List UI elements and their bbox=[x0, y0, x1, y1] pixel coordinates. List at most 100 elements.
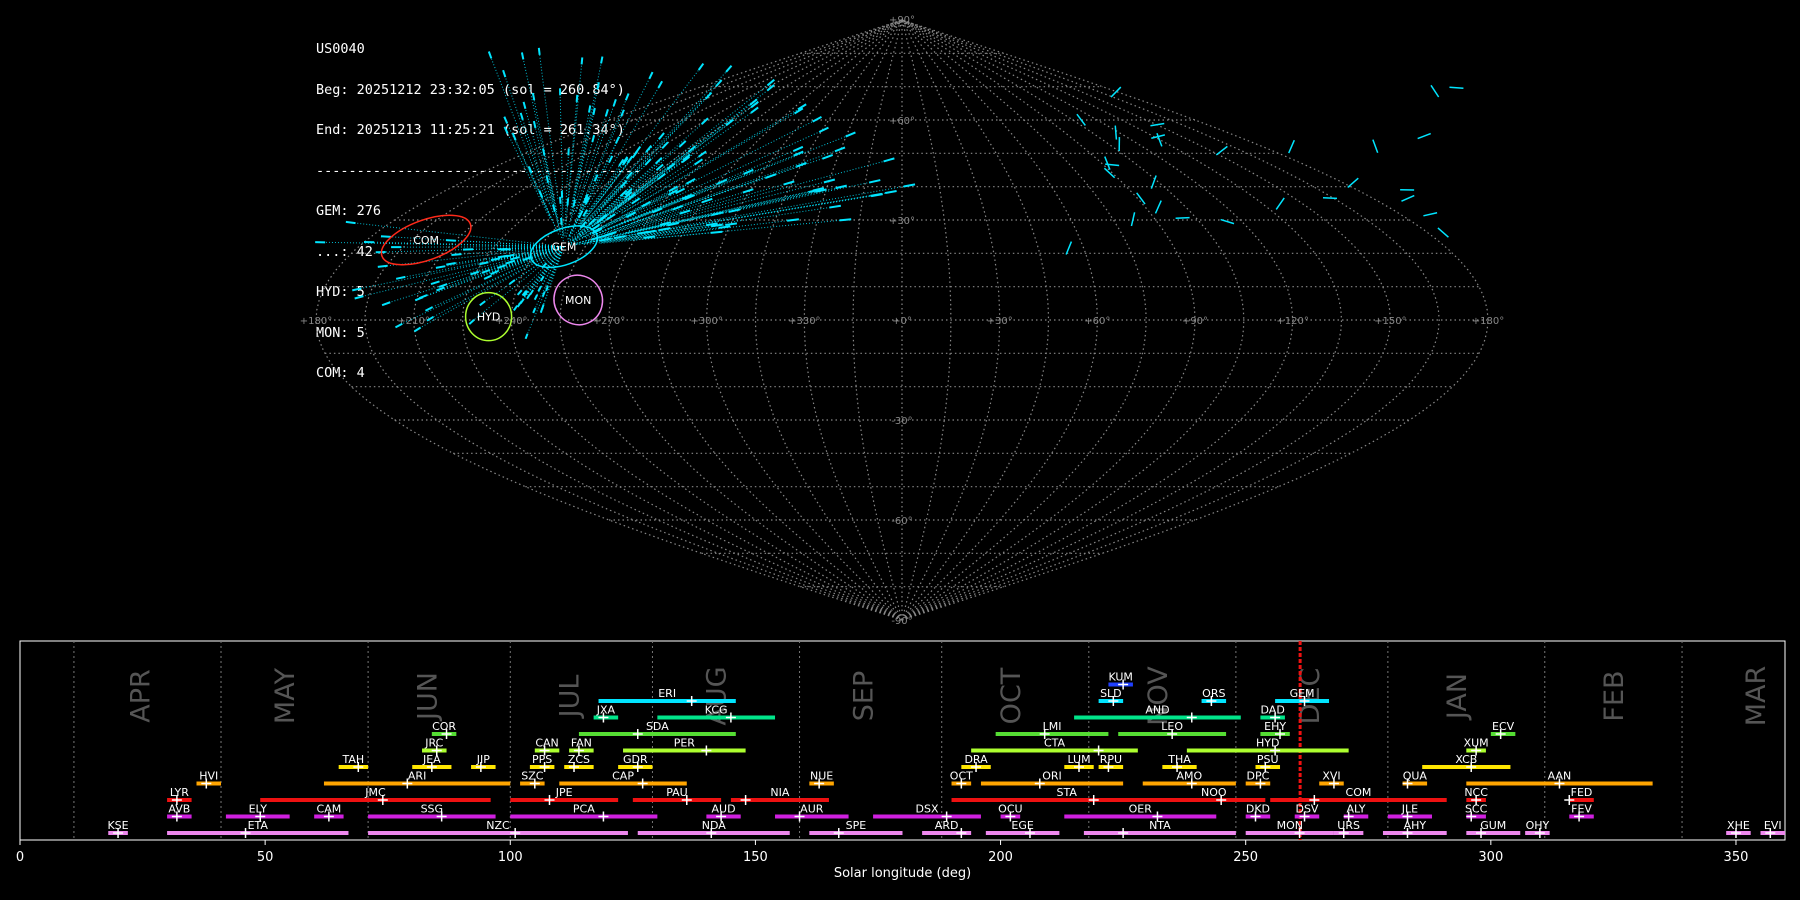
meteor-streak bbox=[509, 256, 520, 261]
meteor-streak bbox=[1401, 194, 1415, 202]
meteor-streak bbox=[715, 79, 723, 87]
meteor-streak bbox=[539, 275, 545, 282]
meteor-streak bbox=[678, 140, 687, 148]
shower-label: CAN bbox=[535, 737, 558, 750]
shower-label: NCC bbox=[1464, 786, 1488, 799]
shower-label: HYD bbox=[1256, 737, 1279, 750]
meteor-streak bbox=[1104, 156, 1111, 170]
meridian-line bbox=[901, 19, 1391, 621]
dec-tick-label: +30° bbox=[889, 216, 915, 227]
shower-label: FAN bbox=[571, 737, 592, 750]
dec-tick-label: -30° bbox=[891, 416, 912, 427]
shower-label: ORI bbox=[1042, 770, 1062, 783]
meteor-trace bbox=[539, 54, 559, 199]
meteor-streak bbox=[591, 134, 596, 143]
ra-tick-label: +180° bbox=[300, 316, 332, 327]
meteor-streak bbox=[533, 294, 539, 301]
meteor-streak bbox=[834, 146, 846, 153]
meteor-streak bbox=[787, 218, 800, 222]
shower-label: ALY bbox=[1347, 803, 1366, 816]
meteor-streak bbox=[588, 105, 592, 113]
shower-label: NDA bbox=[702, 819, 727, 832]
meteor-streak bbox=[604, 108, 609, 117]
meteor-streak bbox=[657, 80, 663, 89]
dec-tick-label: -60° bbox=[891, 516, 912, 527]
meteor-streak bbox=[413, 326, 422, 333]
shower-label: AAN bbox=[1548, 770, 1572, 783]
meteor-streak bbox=[1154, 200, 1162, 214]
shower-label: NUE bbox=[810, 770, 833, 783]
shower-label: STA bbox=[1057, 786, 1078, 799]
ra-tick-label: +60° bbox=[1084, 316, 1110, 327]
meteor-streak bbox=[445, 239, 456, 242]
meteor-streak bbox=[765, 173, 777, 179]
meteor-streak bbox=[436, 286, 445, 292]
meteor-streak bbox=[839, 218, 852, 222]
x-tick-label: 250 bbox=[1233, 850, 1258, 865]
shower-label: JLE bbox=[1401, 803, 1418, 816]
meteor-streak bbox=[697, 62, 705, 71]
shower-label: DSV bbox=[1295, 803, 1318, 816]
meteor-trace bbox=[567, 64, 583, 202]
shower-label: AUR bbox=[800, 803, 824, 816]
shower-label: SLD bbox=[1100, 687, 1122, 700]
shower-label: ECV bbox=[1492, 720, 1515, 733]
meteor-streak bbox=[1423, 212, 1438, 217]
meteor-streak bbox=[380, 235, 391, 238]
meteor-streak bbox=[532, 120, 537, 129]
meteor-streak bbox=[701, 197, 713, 204]
shower-label: ETA bbox=[248, 819, 269, 832]
meteor-streak bbox=[1175, 216, 1190, 220]
meteor-streak bbox=[575, 94, 579, 102]
shower-label: ZCS bbox=[568, 753, 590, 766]
shower-label: LMI bbox=[1043, 720, 1062, 733]
meteor-streak bbox=[1275, 197, 1285, 210]
ra-tick-label: +270° bbox=[593, 316, 625, 327]
month-label: JAN bbox=[1442, 673, 1473, 721]
shower-label: RPU bbox=[1100, 753, 1122, 766]
shower-label: JEA bbox=[422, 753, 441, 766]
shower-label: FEV bbox=[1571, 803, 1592, 816]
shower-label: DKD bbox=[1246, 803, 1270, 816]
shower-label: QUA bbox=[1403, 770, 1428, 783]
shower-label: TAH bbox=[342, 753, 365, 766]
shower-label: COM bbox=[1346, 786, 1372, 799]
shower-label: PSU bbox=[1257, 753, 1279, 766]
meteor-trace bbox=[564, 155, 569, 224]
meteor-streak bbox=[1114, 125, 1118, 140]
meteor-trace bbox=[599, 98, 707, 211]
shower-label: LEO bbox=[1161, 720, 1183, 733]
meridian-line bbox=[754, 19, 903, 621]
meteor-trace bbox=[522, 119, 555, 216]
meteor-streak bbox=[592, 107, 596, 116]
meteor-streak bbox=[1437, 227, 1449, 238]
month-label: FEB bbox=[1599, 670, 1630, 721]
meteor-trace bbox=[601, 85, 717, 207]
meteor-streak bbox=[1288, 139, 1295, 154]
meteor-streak bbox=[793, 150, 804, 157]
shower-label: CTA bbox=[1044, 737, 1066, 750]
x-axis-label: Solar longitude (deg) bbox=[834, 866, 971, 881]
x-tick-label: 300 bbox=[1478, 850, 1503, 865]
radiant-label: GEM bbox=[551, 241, 576, 254]
shower-label: SZC bbox=[521, 770, 544, 783]
shower-label: JMC bbox=[364, 786, 386, 799]
shower-label: ORS bbox=[1202, 687, 1225, 700]
meteor-streak bbox=[636, 230, 649, 235]
meteor-trace bbox=[387, 246, 564, 267]
meteor-streak bbox=[645, 145, 653, 153]
meteor-streak bbox=[451, 253, 462, 256]
meteor-streak bbox=[541, 304, 545, 310]
meteor-streak bbox=[701, 117, 709, 125]
month-label: JUN bbox=[412, 672, 443, 722]
meteor-streak bbox=[1110, 86, 1122, 98]
meteor-streak bbox=[823, 178, 836, 184]
meteor-trace bbox=[627, 131, 820, 219]
ra-tick-label: +0° bbox=[892, 316, 912, 327]
shower-label: EHY bbox=[1264, 720, 1286, 733]
month-label: OCT bbox=[996, 667, 1027, 724]
meteor-streak bbox=[1449, 86, 1464, 90]
shower-label: MON bbox=[1277, 819, 1303, 832]
meteor-streak bbox=[658, 227, 671, 232]
meteor-streak bbox=[658, 132, 665, 140]
